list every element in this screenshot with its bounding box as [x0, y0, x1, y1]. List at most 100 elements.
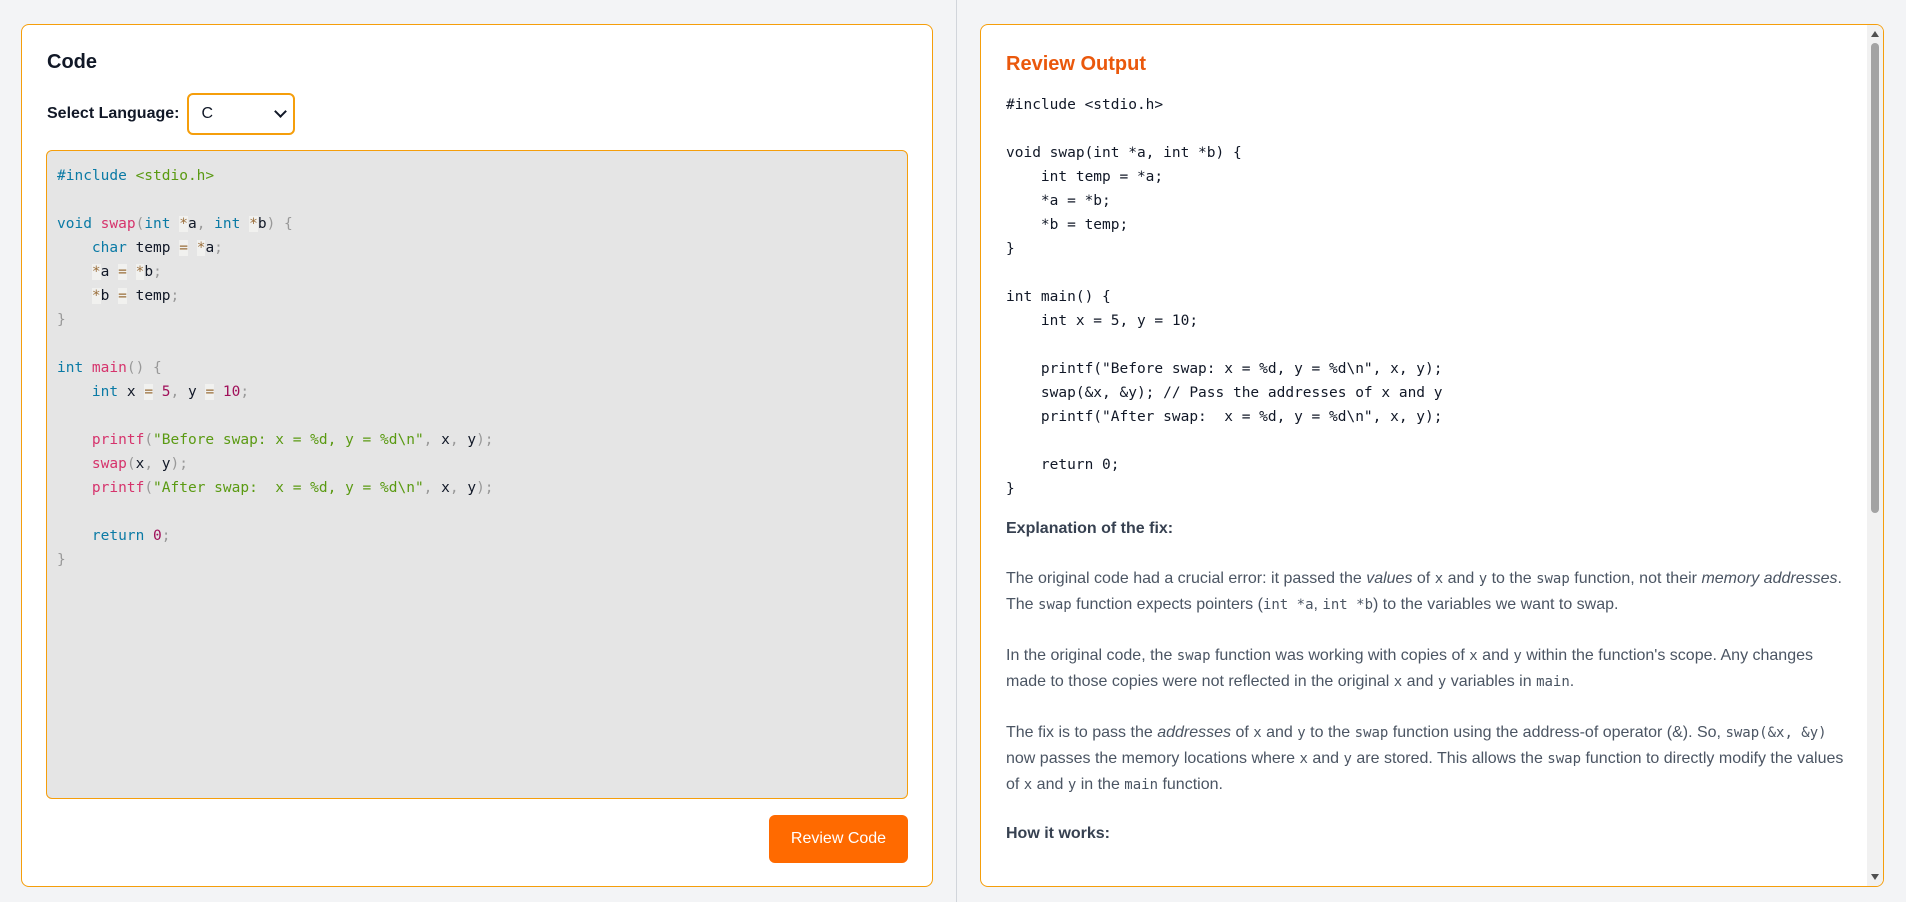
- code-line: *a = *b;: [57, 260, 897, 284]
- language-label: Select Language:: [47, 105, 180, 122]
- code-line: *b = temp;: [57, 284, 897, 308]
- paragraph-text: and: [1032, 776, 1068, 793]
- code-token: char: [91, 240, 136, 256]
- code-token: "Before swap: x = %d, y = %d\n": [153, 432, 424, 448]
- code-token: (: [144, 432, 154, 448]
- code-token: ,: [449, 432, 468, 448]
- code-token: b: [144, 264, 154, 280]
- explanation-paragraph: The fix is to pass the addresses of x an…: [1006, 720, 1856, 798]
- explanation-paragraphs: The original code had a crucial error: i…: [1006, 566, 1856, 798]
- code-token: =: [118, 288, 127, 304]
- inline-code: y: [1297, 725, 1306, 741]
- review-code-line: int main() {: [1006, 289, 1111, 305]
- code-token: 10: [222, 384, 241, 400]
- code-token: int: [144, 216, 180, 232]
- scroll-down-arrow-icon[interactable]: [1871, 874, 1879, 880]
- code-token: ;: [170, 288, 180, 304]
- code-token: printf: [91, 432, 145, 448]
- inline-code: x: [1023, 777, 1033, 793]
- paragraph-text: now passes the memory locations where: [1006, 750, 1300, 767]
- review-code-line: #include <stdio.h>: [1006, 97, 1164, 113]
- review-code-line: *b = temp;: [1006, 217, 1129, 233]
- code-line: #include <stdio.h>: [57, 164, 897, 188]
- review-code-block: #include <stdio.h> void swap(int *a, int …: [1006, 93, 1856, 501]
- paragraph-text: and: [1402, 673, 1438, 690]
- code-token: =: [144, 384, 154, 400]
- code-editor[interactable]: #include <stdio.h> void swap(int *a, int …: [46, 150, 908, 799]
- language-select[interactable]: C: [187, 93, 296, 135]
- inline-code: x: [1253, 725, 1262, 741]
- code-token: *: [91, 264, 101, 280]
- code-token: void: [57, 216, 101, 232]
- paragraph-text: of: [1231, 724, 1254, 741]
- review-scrollbar[interactable]: [1867, 25, 1883, 886]
- language-select-value: C: [201, 105, 214, 122]
- paragraph-text: are stored. This allows the: [1351, 750, 1548, 767]
- explanation-heading: Explanation of the fix:: [1006, 520, 1174, 537]
- code-token: x: [126, 384, 145, 400]
- code-token: (: [144, 480, 154, 496]
- code-token: =: [205, 384, 215, 400]
- scroll-thumb[interactable]: [1871, 43, 1879, 513]
- code-token: *: [179, 216, 188, 232]
- code-token: #include: [57, 168, 136, 184]
- scroll-up-arrow-icon[interactable]: [1871, 31, 1879, 37]
- code-line: }: [57, 548, 897, 572]
- paragraph-text: function was working with copies of: [1210, 647, 1470, 664]
- review-code-line: }: [1006, 481, 1015, 497]
- inline-code: x: [1393, 674, 1403, 690]
- code-token: ,: [423, 432, 442, 448]
- code-token: }: [57, 552, 66, 568]
- paragraph-text: The fix is to pass the: [1006, 724, 1158, 741]
- paragraph-text: values: [1366, 570, 1413, 587]
- code-token: b: [257, 216, 267, 232]
- explanation-paragraph: In the original code, the swap function …: [1006, 643, 1856, 695]
- panel-divider: [956, 0, 957, 902]
- review-code-line: [1006, 117, 1856, 141]
- review-code-line: printf("Before swap: x = %d, y = %d\n", …: [1006, 361, 1443, 377]
- review-code-line: swap(&x, &y); // Pass the addresses of x…: [1006, 385, 1443, 401]
- code-token: "After swap: x = %d, y = %d\n": [153, 480, 424, 496]
- code-line: swap(x, y);: [57, 452, 897, 476]
- paragraph-text: .: [1569, 673, 1575, 690]
- paragraph-text: and: [1307, 750, 1344, 767]
- paragraph-text: and: [1477, 647, 1514, 664]
- code-line: void swap(int *a, int *b) {: [57, 212, 897, 236]
- paragraph-text: addresses: [1157, 724, 1232, 741]
- inline-code: y: [1067, 777, 1077, 793]
- code-token: a: [187, 216, 197, 232]
- code-token: );: [170, 456, 188, 472]
- inline-code: swap: [1176, 648, 1211, 664]
- code-token: () {: [126, 360, 162, 376]
- review-code-line: *a = *b;: [1006, 193, 1111, 209]
- inline-code: y: [1343, 751, 1352, 767]
- code-token: ;: [153, 264, 162, 280]
- inline-code: main: [1124, 777, 1159, 793]
- code-token: x: [441, 480, 450, 496]
- language-row: Select Language: C: [47, 93, 296, 135]
- review-code-line: printf("After swap: x = %d, y = %d\n", x…: [1006, 409, 1443, 425]
- code-token: *: [249, 216, 258, 232]
- code-token: y: [161, 456, 171, 472]
- review-code-button[interactable]: Review Code: [769, 815, 908, 863]
- review-output-title: Review Output: [1006, 53, 1147, 75]
- code-token: =: [179, 240, 188, 256]
- paragraph-text: in the: [1076, 776, 1125, 793]
- code-token: y: [187, 384, 206, 400]
- inline-code: y: [1513, 648, 1522, 664]
- review-code-line: int temp = *a;: [1006, 169, 1164, 185]
- how-it-works-heading: How it works:: [1006, 825, 1111, 842]
- inline-code: x: [1469, 648, 1478, 664]
- review-code-line: void swap(int *a, int *b) {: [1006, 145, 1242, 161]
- code-token: b: [100, 288, 119, 304]
- review-code-line: return 0;: [1006, 457, 1120, 473]
- code-token: int: [91, 384, 127, 400]
- code-token: }: [57, 312, 66, 328]
- code-token: ) {: [266, 216, 293, 232]
